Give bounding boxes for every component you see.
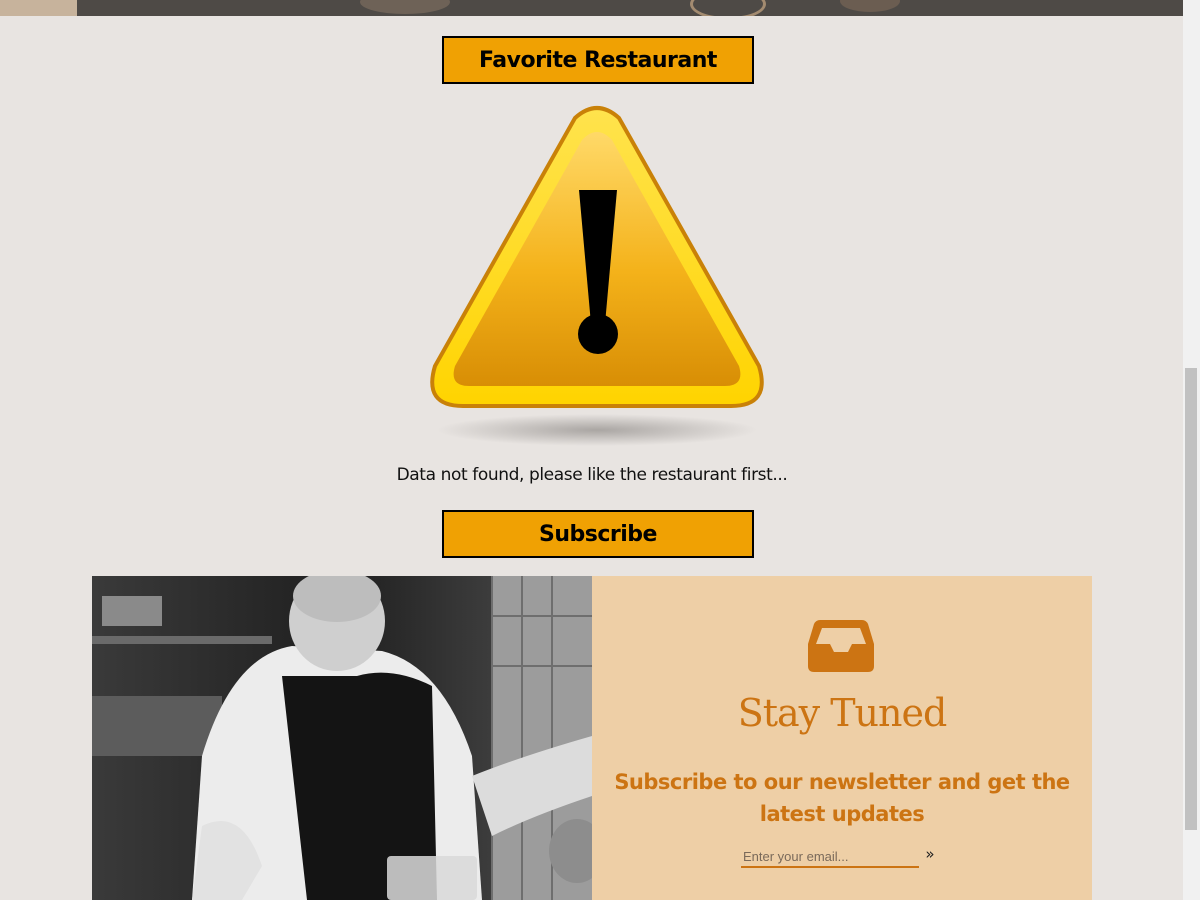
- empty-state-message: Data not found, please like the restaura…: [396, 465, 788, 485]
- warning-triangle-icon: [430, 106, 764, 446]
- email-input[interactable]: [741, 846, 919, 868]
- newsletter-title: Stay Tuned: [737, 691, 948, 735]
- hero-image-detail: [690, 0, 766, 16]
- scrollbar-thumb[interactable]: [1185, 368, 1197, 830]
- double-chevron-right-icon[interactable]: »: [922, 844, 938, 864]
- hero-image-detail: [360, 0, 450, 14]
- newsletter-subtitle: Subscribe to our newsletter and get the …: [614, 770, 1070, 826]
- warning-exclamation-dot: [578, 314, 618, 354]
- hero-image-left-edge: [0, 0, 77, 16]
- warning-shadow: [437, 414, 757, 446]
- favorite-restaurant-button[interactable]: Favorite Restaurant: [442, 36, 754, 84]
- chef-photo: [92, 576, 592, 900]
- subscribe-button[interactable]: Subscribe: [442, 510, 754, 558]
- newsletter-panel: Stay Tuned Subscribe to our newsletter a…: [592, 576, 1092, 900]
- hero-image-bottom: [0, 0, 1183, 16]
- hero-image-detail: [840, 0, 900, 12]
- newsletter-section: Stay Tuned Subscribe to our newsletter a…: [92, 576, 1092, 900]
- inbox-icon: [808, 620, 874, 672]
